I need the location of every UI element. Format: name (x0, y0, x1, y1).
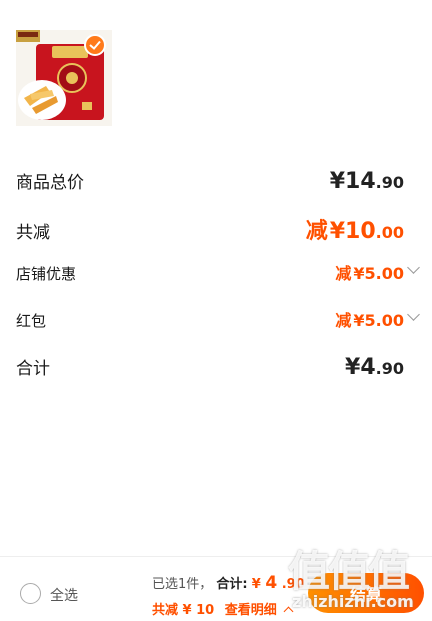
chevron-down-icon[interactable] (407, 261, 420, 274)
chevron-down-icon[interactable] (407, 308, 420, 321)
checkout-button[interactable]: 结算 (308, 573, 424, 613)
summary-total-label: 合计: (216, 577, 248, 592)
chevron-up-icon[interactable] (283, 606, 294, 617)
goods-total-label: 商品总价 (16, 173, 84, 193)
product-image[interactable] (16, 30, 112, 126)
shop-discount-label: 店铺优惠 (16, 265, 77, 283)
grand-total-label: 合计 (16, 359, 50, 379)
selected-checkmark[interactable] (84, 34, 106, 56)
shop-discount-amount: 减 ¥ 5 .00 (335, 264, 404, 283)
goods-total-amount: ¥ 14 .90 (329, 169, 404, 194)
select-all-checkbox[interactable] (20, 583, 41, 604)
red-packet-amount: 减 ¥ 5 .00 (335, 311, 404, 330)
selection-summary: 已选1件， 合计: ¥ 4 .90 (152, 573, 305, 593)
checkout-label: 结算 (349, 585, 382, 604)
checkmark-icon (89, 40, 101, 50)
row-total-discount: 共减 减 ¥ 10 .00 (16, 213, 404, 245)
total-discount-label: 共减 (16, 223, 50, 243)
red-packet-label: 红包 (16, 312, 47, 330)
row-goods-total: 商品总价 ¥ 14 .90 (16, 168, 404, 194)
row-shop-discount[interactable]: 店铺优惠 减 ¥ 5 .00 (16, 260, 404, 284)
row-grand-total: 合计 ¥ 4 .90 (16, 354, 404, 380)
grand-total-amount: ¥ 4 .90 (345, 355, 404, 380)
selected-count: 已选1件， (152, 577, 213, 592)
discount-text: 共减 ¥ 10 (152, 603, 215, 618)
total-discount-amount: 减 ¥ 10 .00 (305, 219, 404, 244)
summary-total-value: ¥ 4 .90 (251, 573, 305, 593)
select-all-label[interactable]: 全选 (50, 585, 78, 605)
bottom-checkout-bar: 全选 已选1件， 合计: ¥ 4 .90 共减 ¥ 10 查看明细 结算 (0, 556, 432, 621)
row-red-packet[interactable]: 红包 减 ¥ 5 .00 (16, 307, 404, 331)
view-details-link[interactable]: 查看明细 (225, 603, 277, 618)
discount-summary: 共减 ¥ 10 查看明细 (152, 599, 294, 618)
